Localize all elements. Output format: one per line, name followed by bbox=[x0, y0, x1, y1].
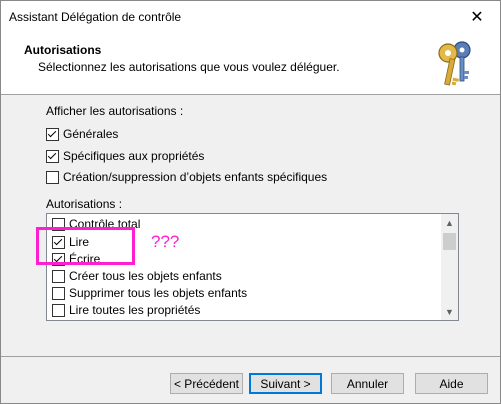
window-title: Assistant Délégation de contrôle bbox=[9, 10, 182, 24]
checkbox-label: Générales bbox=[63, 127, 119, 141]
list-item-label: Supprimer tous les objets enfants bbox=[69, 286, 248, 300]
keys-icon bbox=[438, 41, 471, 86]
checkbox-box[interactable] bbox=[52, 286, 65, 300]
list-item-create-children[interactable]: Créer tous les objets enfants bbox=[52, 268, 222, 284]
checkbox-general[interactable]: Générales bbox=[46, 126, 118, 142]
help-button[interactable]: Aide bbox=[415, 373, 488, 394]
scroll-up-icon[interactable]: ▲ bbox=[441, 214, 458, 231]
list-item-label: Lire toutes les propriétés bbox=[69, 303, 201, 317]
checkbox-box[interactable] bbox=[52, 269, 65, 283]
wizard-header: Autorisations Sélectionnez les autorisat… bbox=[1, 33, 500, 95]
back-button[interactable]: < Précédent bbox=[170, 373, 243, 394]
list-scrollbar[interactable]: ▲ ▼ bbox=[441, 214, 458, 320]
checkbox-child-objects[interactable]: Création/suppression d’objets enfants sp… bbox=[46, 169, 327, 185]
title-bar: Assistant Délégation de contrôle ✕ bbox=[1, 1, 500, 33]
page-subtitle: Sélectionnez les autorisations que vous … bbox=[38, 60, 340, 74]
show-permissions-label: Afficher les autorisations : bbox=[46, 104, 184, 118]
checkbox-box[interactable] bbox=[46, 149, 59, 163]
scroll-down-icon[interactable]: ▼ bbox=[441, 303, 458, 320]
close-button[interactable]: ✕ bbox=[454, 1, 500, 33]
close-icon: ✕ bbox=[470, 9, 484, 26]
checkbox-label: Spécifiques aux propriétés bbox=[63, 149, 205, 163]
checkbox-label: Création/suppression d’objets enfants sp… bbox=[63, 170, 328, 184]
list-item-delete-children[interactable]: Supprimer tous les objets enfants bbox=[52, 285, 247, 301]
checkbox-box[interactable] bbox=[46, 170, 59, 184]
wizard-window: Assistant Délégation de contrôle ✕ Autor… bbox=[0, 0, 501, 404]
page-title: Autorisations bbox=[24, 43, 102, 57]
list-item-read-all-properties[interactable]: Lire toutes les propriétés bbox=[52, 302, 200, 318]
highlight-box bbox=[36, 227, 135, 265]
permissions-label: Autorisations : bbox=[46, 197, 123, 211]
annotation-text: ??? bbox=[151, 232, 180, 251]
cancel-button[interactable]: Annuler bbox=[331, 373, 404, 394]
next-button[interactable]: Suivant > bbox=[249, 373, 322, 394]
scroll-thumb[interactable] bbox=[443, 233, 456, 250]
checkbox-box[interactable] bbox=[46, 127, 59, 141]
checkbox-box[interactable] bbox=[52, 303, 65, 317]
checkbox-property-specific[interactable]: Spécifiques aux propriétés bbox=[46, 148, 204, 164]
footer-divider bbox=[1, 356, 500, 357]
list-item-label: Créer tous les objets enfants bbox=[69, 269, 222, 283]
